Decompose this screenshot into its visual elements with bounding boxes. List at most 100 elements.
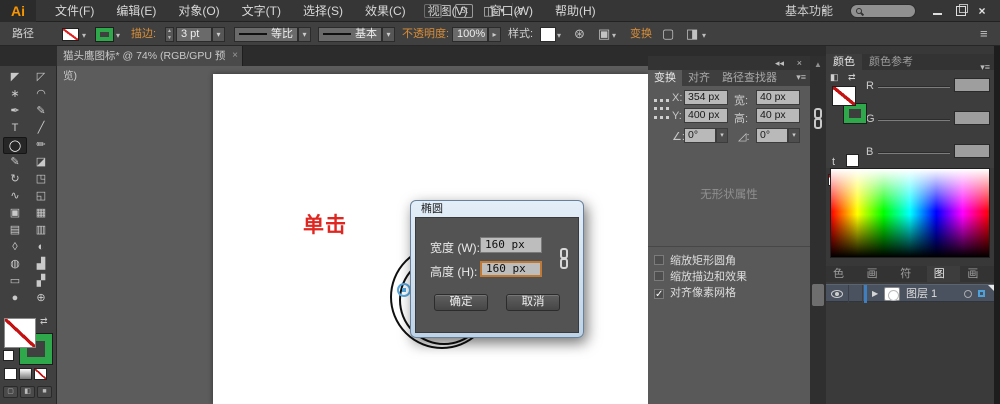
slice-tool[interactable]: ▞ xyxy=(29,273,53,290)
y-input[interactable]: 400 px xyxy=(684,108,728,123)
checkbox-icon[interactable] xyxy=(654,255,664,265)
ellipse-tool[interactable]: ◯ xyxy=(3,137,27,154)
paintbrush-tool[interactable]: ✏ xyxy=(29,137,53,154)
channel-g-slider[interactable] xyxy=(878,119,950,121)
opacity-value[interactable]: 100% xyxy=(452,27,488,42)
shape-builder-tool[interactable]: ▣ xyxy=(3,205,27,222)
menu-item-4[interactable]: 选择(S) xyxy=(292,0,354,22)
direct-selection-tool[interactable]: ◸ xyxy=(29,69,53,86)
workspace-chevron-icon[interactable]: ▾ xyxy=(822,0,826,22)
isolate-chevron-icon[interactable]: ▾ xyxy=(702,31,706,40)
shear-input[interactable]: 0° xyxy=(756,128,788,143)
width-profile-select[interactable]: 等比 xyxy=(234,27,298,42)
height-field-input[interactable]: 40 px xyxy=(756,108,800,123)
panel-menu-icon[interactable]: ▾≡ xyxy=(796,72,806,83)
expand-layer-icon[interactable]: ▶ xyxy=(872,285,878,303)
swap-fill-stroke-icon[interactable]: ⇄ xyxy=(40,316,48,327)
menu-item-5[interactable]: 效果(C) xyxy=(354,0,417,22)
tab-artboards[interactable]: 画板 xyxy=(960,266,994,296)
style-label[interactable]: 样式: xyxy=(508,22,533,46)
blend-tool[interactable]: ◐ xyxy=(29,239,53,256)
align-pixel-grid-option[interactable]: ✓ 对齐像素网格 xyxy=(654,284,736,300)
close-panel-icon[interactable]: × xyxy=(797,58,802,68)
stroke-weight-label[interactable]: 描边: xyxy=(131,22,156,46)
selection-tool[interactable]: ◤ xyxy=(3,69,27,86)
tab-transform[interactable]: 变换 xyxy=(648,70,682,86)
tab-layers[interactable]: 图层 xyxy=(926,266,961,296)
scale-tool[interactable]: ◳ xyxy=(29,171,53,188)
color-spectrum[interactable] xyxy=(830,168,990,258)
menu-item-3[interactable]: 文字(T) xyxy=(231,0,292,22)
pencil-tool[interactable]: ✎ xyxy=(3,154,27,171)
stroke-weight-value[interactable]: 3 pt xyxy=(176,27,212,42)
eyedropper-tool[interactable]: ◊ xyxy=(3,239,27,256)
tab-symbols[interactable]: 符号 xyxy=(893,266,927,296)
channel-r-slider[interactable] xyxy=(878,86,950,88)
layer-row[interactable]: ▶ 图层 1 xyxy=(826,284,994,303)
brush-definition-dropdown[interactable]: ▾ xyxy=(382,27,395,42)
bridge-icon[interactable]: Br xyxy=(424,4,442,18)
swap-colors-icon[interactable]: ⇄ xyxy=(848,72,856,83)
height-input[interactable]: 160 px xyxy=(480,261,542,277)
stock-icon[interactable]: St xyxy=(455,4,473,18)
default-fill-stroke-icon[interactable] xyxy=(3,350,14,361)
x-input[interactable]: 354 px xyxy=(684,90,728,105)
selection-badge[interactable] xyxy=(978,290,985,297)
opacity-label[interactable]: 不透明度: xyxy=(402,22,449,46)
dialog-title[interactable]: 椭圆 xyxy=(421,202,443,217)
channel-g-value[interactable] xyxy=(954,111,990,125)
menu-item-1[interactable]: 编辑(E) xyxy=(105,0,167,22)
scale-corners-option[interactable]: 缩放矩形圆角 xyxy=(654,252,736,267)
width-input[interactable]: 160 px xyxy=(480,237,542,253)
style-swatch[interactable] xyxy=(540,27,556,42)
gradient-mode-button[interactable] xyxy=(19,368,32,380)
type-tool[interactable]: T xyxy=(3,120,27,137)
scale-strokes-option[interactable]: 缩放描边和效果 xyxy=(654,268,747,283)
color-mode-button[interactable] xyxy=(4,368,17,380)
layer-name[interactable]: 图层 1 xyxy=(906,285,937,303)
fill-swatch[interactable] xyxy=(4,318,36,348)
arrange-documents-icon[interactable]: ◫ xyxy=(483,0,494,22)
line-segment-tool[interactable]: ╱ xyxy=(29,120,53,137)
isolate-icon[interactable]: ◨ xyxy=(686,22,698,46)
tab-color-guide[interactable]: 颜色参考 xyxy=(862,54,920,70)
reference-point-locator[interactable] xyxy=(652,96,670,122)
tint-swatch[interactable] xyxy=(846,154,859,167)
document-close-icon[interactable]: × xyxy=(232,46,238,66)
cancel-button[interactable]: 取消 xyxy=(506,294,560,311)
tint-icon[interactable]: t xyxy=(832,156,835,168)
layer-thumbnail[interactable] xyxy=(884,287,900,301)
fill-color-swatch[interactable] xyxy=(62,28,79,41)
visibility-eye-icon[interactable] xyxy=(831,290,843,298)
link-dimensions-icon[interactable] xyxy=(812,108,824,134)
screen-mode-normal-button[interactable]: ▢ xyxy=(3,386,18,398)
rotate-tool[interactable]: ↻ xyxy=(3,171,27,188)
tab-pathfinder[interactable]: 路径查找器 xyxy=(716,70,783,86)
color-fill-none-swatch[interactable] xyxy=(832,86,856,106)
checkbox-icon[interactable]: ✓ xyxy=(654,289,664,300)
brush-definition-select[interactable]: 基本 xyxy=(318,27,382,42)
opacity-dropdown[interactable]: ▸ xyxy=(488,27,501,42)
curvature-tool[interactable]: ✎ xyxy=(29,103,53,120)
tab-color[interactable]: 颜色 xyxy=(826,54,862,70)
width-tool[interactable]: ∿ xyxy=(3,188,27,205)
menu-item-0[interactable]: 文件(F) xyxy=(44,0,105,22)
scrollbar-thumb[interactable] xyxy=(812,284,824,306)
pen-tool[interactable]: ✒ xyxy=(3,103,27,120)
tab-align[interactable]: 对齐 xyxy=(682,70,716,86)
style-chevron-icon[interactable]: ▾ xyxy=(557,31,561,40)
zoom-tool[interactable]: ⊕ xyxy=(29,290,53,307)
color-stroke-swatch[interactable] xyxy=(843,103,867,124)
free-transform-tool[interactable]: ◱ xyxy=(29,188,53,205)
fill-chevron-icon[interactable]: ▾ xyxy=(82,31,86,40)
shear-dropdown[interactable]: ▾ xyxy=(788,128,800,143)
none-mode-button[interactable] xyxy=(34,368,47,380)
restore-button[interactable] xyxy=(950,0,970,22)
close-button[interactable]: × xyxy=(972,0,992,22)
stroke-color-swatch[interactable] xyxy=(95,27,114,42)
select-similar-chevron-icon[interactable]: ▾ xyxy=(612,31,616,40)
stroke-stepper[interactable]: ▲ ▼ xyxy=(165,27,174,42)
screen-mode-full-button[interactable]: ■ xyxy=(37,386,52,398)
stroke-weight-dropdown[interactable]: ▾ xyxy=(212,27,225,42)
checkbox-icon[interactable] xyxy=(654,271,664,281)
